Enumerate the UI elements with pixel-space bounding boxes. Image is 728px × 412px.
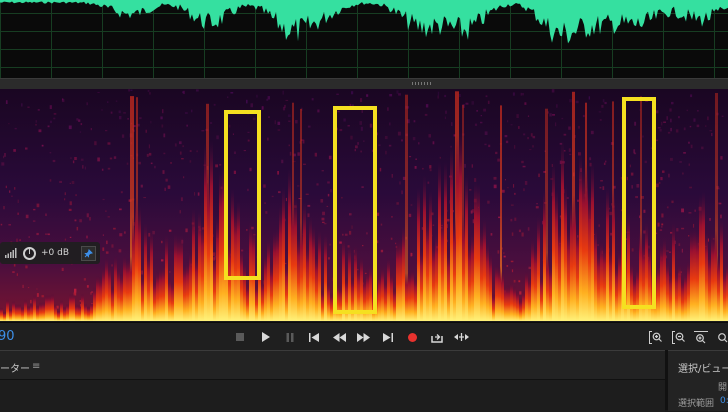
play-button[interactable] [258,329,272,345]
selection-view-panel-title[interactable]: 選択/ビュー [678,360,728,375]
waveform-graphic [0,0,728,78]
panel-content-area [0,379,665,412]
skip-selection-button[interactable] [452,329,470,345]
panel-title[interactable]: ーター [0,360,30,375]
start-column-header: 開 [718,380,727,393]
loop-playback-button[interactable] [429,329,445,345]
rewind-button[interactable] [331,329,347,345]
zoom-out-amplitude-button[interactable] [670,329,686,345]
rewind-icon [333,333,346,342]
record-button[interactable] [405,329,419,345]
zoom-full-button[interactable] [716,329,728,345]
stop-icon [236,333,244,341]
panel-menu-icon[interactable]: ≡ [32,361,40,372]
skip-selection-icon [454,332,469,342]
skip-end-icon [383,333,393,342]
zoom-full-icon [716,331,728,344]
resize-grip-icon[interactable] [412,82,432,85]
current-time-display[interactable]: 90 [0,329,15,344]
fast-forward-button[interactable] [355,329,371,345]
zoom-in-time-button[interactable] [693,329,709,345]
pin-hud-button[interactable] [81,246,96,261]
fast-forward-icon [357,333,370,342]
zoom-in-amplitude-button[interactable] [647,329,663,345]
zoom-in-time-icon [694,331,708,344]
skip-to-start-button[interactable] [307,329,321,345]
volume-gain-value[interactable]: +0 dB [41,248,69,258]
loop-icon [431,332,443,343]
level-bars-icon [5,248,17,258]
zoom-out-amplitude-icon [672,331,685,344]
left-bottom-panel: ーター ≡ [0,350,665,411]
spectrogram-graphic [0,89,728,321]
selection-range-start-value[interactable]: 0: [720,396,728,406]
zoom-in-amplitude-icon [649,331,662,344]
skip-to-end-button[interactable] [381,329,395,345]
skip-start-icon [309,333,319,342]
transport-bar: 90 [0,322,728,351]
selection-view-panel: 選択/ビュー 開 選択範囲 0: [668,350,728,411]
pin-icon [84,249,93,258]
stop-button[interactable] [233,329,247,345]
pause-icon [286,333,294,342]
play-icon [261,332,270,342]
spectral-frequency-display[interactable] [0,89,728,321]
waveform-panel[interactable] [0,0,728,78]
volume-knob[interactable] [23,247,36,260]
pause-button[interactable] [283,329,297,345]
waveform-signal [0,0,728,43]
volume-hud: +0 dB [0,242,100,264]
record-icon [408,333,417,342]
selection-range-label: 選択範囲 [678,396,714,409]
